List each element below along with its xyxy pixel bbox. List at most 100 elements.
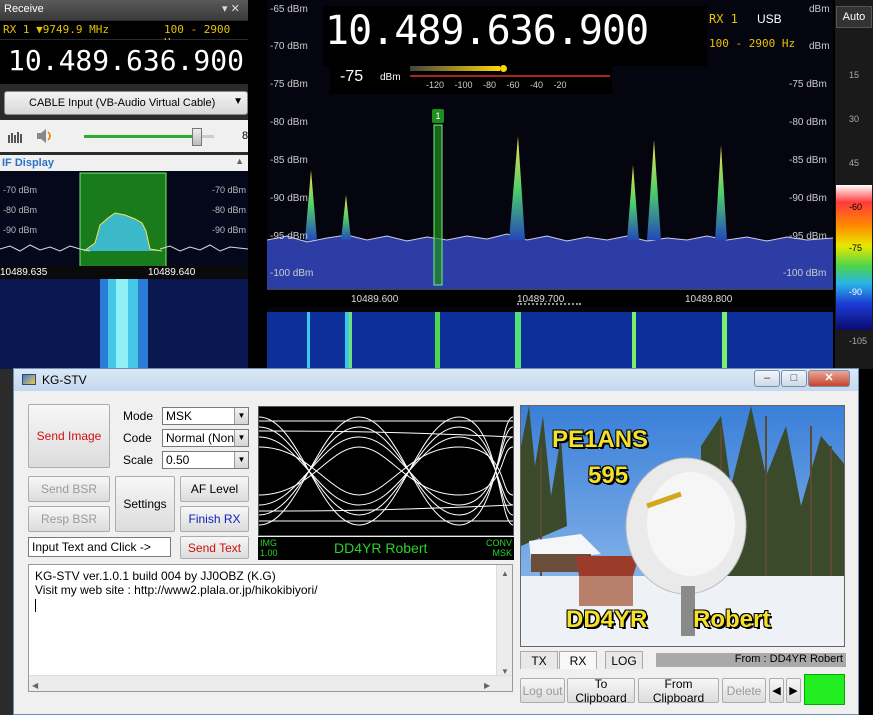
dbm-label: -85 dBm (270, 155, 308, 166)
conv-indicator: CONV MSK (486, 538, 512, 558)
code-select-value: Normal (Non) (166, 431, 239, 445)
volume-slider-fill (84, 135, 195, 138)
scroll-up-icon[interactable]: ▲ (501, 567, 509, 581)
main-waterfall-graph (267, 312, 833, 369)
scale-tick: -60 (849, 202, 863, 212)
code-select[interactable]: Normal (Non) ▼ (162, 429, 249, 447)
if-display-header[interactable]: IF Display ▲ (0, 155, 248, 171)
scroll-left-icon[interactable]: ◀ (32, 679, 38, 693)
chevron-down-icon: ▼ (234, 452, 248, 468)
if-display-label: IF Display (2, 157, 54, 169)
dbm-label: -90 dBm (270, 193, 308, 204)
scale-tick: -105 (849, 336, 868, 346)
app-icon (22, 374, 36, 385)
color-scale-bar[interactable]: -60 -75 -90 (836, 185, 872, 330)
send-image-button[interactable]: Send Image (28, 404, 110, 468)
scale-tick: 15 (849, 70, 860, 80)
from-label: From : DD4YR Robert (656, 653, 846, 667)
tab-log[interactable]: LOG (605, 651, 643, 669)
main-waterfall[interactable] (267, 312, 833, 369)
s-meter-scale: -120 -100 -80 -60 -40 -20 (426, 80, 567, 90)
image-text-report: 595 (588, 462, 629, 489)
receive-panel-title: Receive ▾ ✕ (0, 0, 248, 20)
resp-bsr-button[interactable]: Resp BSR (28, 506, 110, 532)
kgstv-title: KG-STV (42, 373, 87, 387)
dbm-label: -95 dBm (270, 231, 308, 242)
speaker-icon[interactable] (36, 128, 54, 144)
delete-button[interactable]: Delete (722, 678, 766, 703)
close-button[interactable]: ✕ (808, 370, 850, 387)
dbm-label-right: -100 dBm (783, 268, 827, 279)
prev-image-button[interactable]: ◀ (769, 678, 784, 703)
marker-label[interactable]: 1 (435, 111, 440, 121)
eye-pattern-graph (258, 416, 514, 526)
main-frequency-axis: 10489.600 10489.700 10489.800 (267, 289, 833, 307)
s-meter-bar (410, 66, 500, 71)
minimize-button[interactable]: – (754, 370, 780, 387)
audio-device-value: CABLE Input (VB-Audio Virtual Cable) (29, 97, 216, 109)
vertical-scrollbar[interactable]: ▲ ▼ (496, 565, 512, 691)
volume-row: 8 (0, 120, 248, 152)
dbm-label: -70 dBm (270, 41, 308, 52)
image-text-sender: DD4YR (566, 606, 648, 633)
scroll-right-icon[interactable]: ▶ (484, 679, 490, 693)
status-indicator (804, 674, 845, 705)
horizontal-scrollbar[interactable]: ◀ ▶ (29, 675, 512, 691)
bandwidth-label: 100 - 2900 Hz (709, 37, 796, 50)
rx-label: RX 1 (709, 12, 738, 26)
from-clipboard-button[interactable]: From Clipboard (638, 677, 719, 705)
kgstv-window: KG-STV – □ ✕ Send Image Mode MSK ▼ Code … (13, 368, 859, 715)
s-meter-value: -75 (340, 68, 364, 85)
af-level-button[interactable]: AF Level (180, 476, 249, 502)
scale-tick: -90 (849, 287, 863, 297)
received-image[interactable]: PE1ANS 595 DD4YR Robert (520, 405, 845, 647)
splitter-handle[interactable] (517, 303, 581, 305)
send-text-button[interactable]: Send Text (180, 536, 249, 559)
dbm-label-right: -80 dBm (789, 117, 827, 128)
if-dbm-label: -90 dBm (3, 225, 38, 235)
send-bsr-button[interactable]: Send BSR (28, 476, 110, 502)
to-clipboard-button[interactable]: To Clipboard (567, 677, 635, 705)
finish-rx-button[interactable]: Finish RX (180, 506, 249, 532)
s-meter-unit: dBm (380, 72, 401, 83)
eye-pattern-scope (258, 406, 514, 536)
log-textarea[interactable]: KG-STV ver.1.0.1 build 004 by JJ0OBZ (K.… (28, 564, 513, 692)
main-frequency-display[interactable]: 10.489.636.900 (323, 6, 707, 66)
tab-rx[interactable]: RX (559, 651, 597, 669)
audio-device-select[interactable]: CABLE Input (VB-Audio Virtual Cable) ▼ (4, 91, 248, 115)
chevron-down-icon: ▼ (234, 408, 248, 424)
freq-axis-label: 10489.600 (351, 294, 399, 305)
dbm-label-right: -95 dBm (789, 231, 827, 242)
kgstv-titlebar[interactable]: KG-STV – □ ✕ (14, 369, 858, 391)
log-out-button[interactable]: Log out (520, 678, 565, 703)
if-dbm-label-right: -70 dBm (212, 185, 247, 195)
conv-mode: MSK (492, 548, 512, 558)
scale-select-value: 0.50 (166, 453, 190, 467)
if-spectrum[interactable]: -70 dBm -80 dBm -90 dBm -70 dBm -80 dBm … (0, 171, 249, 268)
if-dbm-label-right: -80 dBm (212, 205, 247, 215)
s-meter-peak (500, 65, 507, 72)
next-image-button[interactable]: ▶ (786, 678, 801, 703)
input-text-field[interactable]: Input Text and Click -> (28, 537, 171, 557)
text-cursor (35, 599, 36, 612)
mode-select[interactable]: MSK ▼ (162, 407, 249, 425)
image-text-callsign: PE1ANS (552, 426, 649, 453)
if-axis-label: 10489.640 (148, 267, 196, 278)
chevron-down-icon: ▼ (233, 96, 243, 107)
tab-tx[interactable]: TX (520, 651, 558, 669)
if-waterfall[interactable] (0, 279, 248, 369)
rx-frequency-display[interactable]: 10.489.636.900 (0, 40, 248, 84)
settings-button[interactable]: Settings (115, 476, 175, 532)
img-value: 1.00 (260, 548, 278, 558)
s-meter: -75 dBm -120 -100 -80 -60 -40 -20 (330, 62, 612, 94)
panel-controls[interactable]: ▾ ✕ (222, 2, 240, 15)
scale-tick: -75 (849, 243, 863, 253)
dbm-label-right: -90 dBm (789, 193, 827, 204)
volume-slider-thumb[interactable] (192, 128, 202, 146)
chevron-up-icon[interactable]: ▲ (235, 156, 244, 166)
maximize-button[interactable]: □ (781, 370, 807, 387)
scale-select[interactable]: 0.50 ▼ (162, 451, 249, 469)
freq-axis-label: 10489.800 (685, 294, 733, 305)
mode-label[interactable]: USB (757, 12, 782, 26)
auto-button[interactable]: Auto (836, 6, 872, 28)
